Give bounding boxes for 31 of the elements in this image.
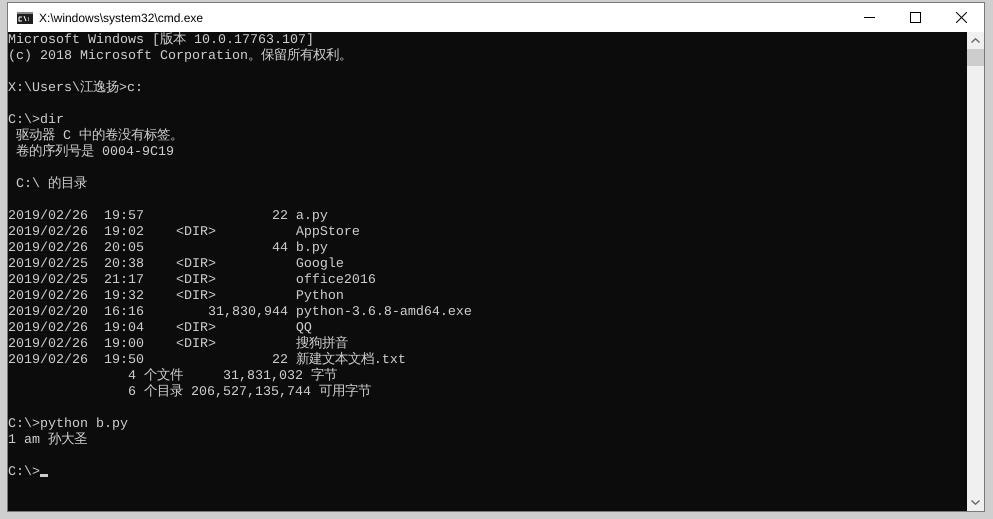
console-line: 驱动器 C 中的卷没有标签。 <box>14 128 184 144</box>
scrollbar[interactable] <box>967 32 984 511</box>
scrollbar-thumb[interactable] <box>967 49 984 66</box>
window-title: X:\windows\system32\cmd.exe <box>39 10 204 24</box>
console-line: C:\> <box>8 464 967 480</box>
console-line: 2019/02/26 19:57 22 a.py <box>8 208 329 224</box>
console-line: 2019/02/25 21:17 <DIR> office2016 <box>8 272 377 288</box>
scroll-up-icon[interactable] <box>971 38 980 43</box>
console-line: 4 个文件 31,831,032 字节 <box>126 368 338 384</box>
console-line: 2019/02/20 16:16 31,830,944 python-3.6.8-amd64.exe <box>8 304 473 320</box>
scroll-down-icon[interactable] <box>971 500 980 505</box>
console-line: 2019/02/26 19:00 <DIR> 搜狗拼音 <box>8 336 348 352</box>
console-app-icon <box>17 12 33 24</box>
console-line: Microsoft Windows [版本 10.0.17763.107] <box>8 32 315 48</box>
console-line: C:\ 的目录 <box>14 176 88 192</box>
minimize-icon <box>864 17 874 18</box>
console-line: 1 am 孙大圣 <box>8 432 88 448</box>
console-line: 2019/02/26 20:05 44 b.py <box>8 240 329 256</box>
console-line: 2019/02/26 19:32 <DIR> Python <box>8 288 345 304</box>
console-line: (c) 2018 Microsoft Corporation。保留所有权利。 <box>8 48 353 64</box>
console-line: 2019/02/26 19:04 <DIR> QQ <box>8 320 313 336</box>
console-line: 2019/02/26 19:02 <DIR> AppStore <box>8 224 361 240</box>
console-line: 2019/02/26 19:50 22 新建文本文档.txt <box>8 352 407 368</box>
console-line: 卷的序列号是 0004-9C19 <box>14 144 175 160</box>
console-line: X:\Users\江逸扬>c: <box>8 80 144 96</box>
maximize-icon <box>910 12 920 23</box>
close-icon <box>956 12 966 23</box>
console-line: 6 个目录 206,527,135,744 可用字节 <box>126 384 372 400</box>
console-line: 2019/02/25 20:38 <DIR> Google <box>8 256 345 272</box>
console-line: C:\>dir <box>8 112 65 128</box>
console-line: C:\>python b.py <box>8 416 129 432</box>
